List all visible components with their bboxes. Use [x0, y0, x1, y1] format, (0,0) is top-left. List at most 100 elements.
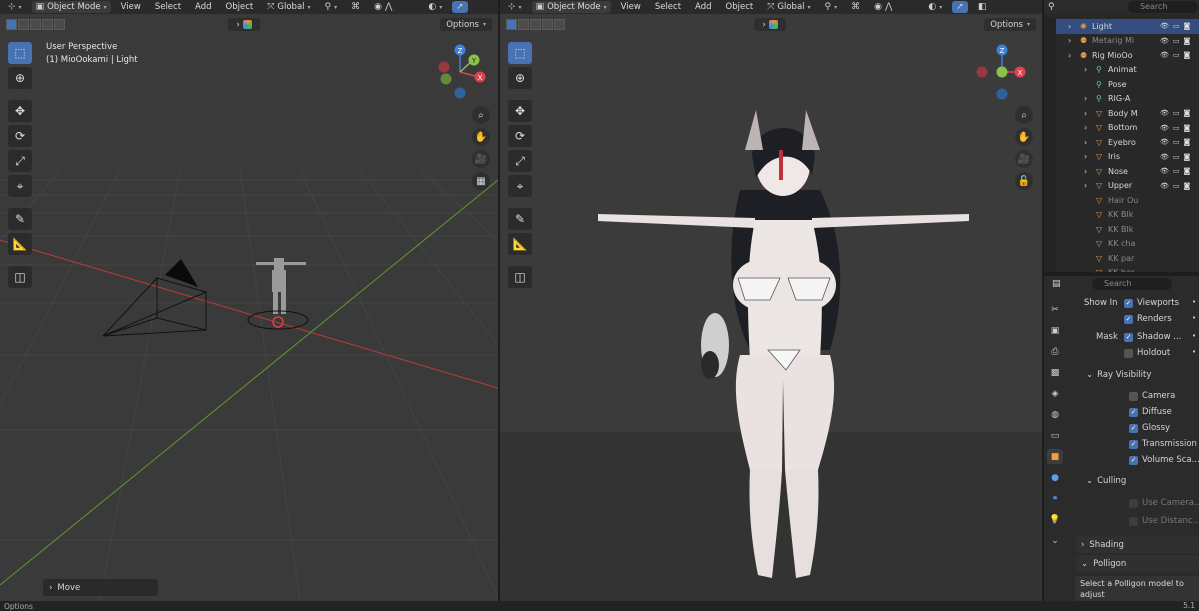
orientation-select[interactable]: ⤧ Global ▾ [263, 1, 314, 13]
modifier-tab-icon[interactable]: ● [1047, 470, 1063, 485]
chevron-right-icon[interactable]: › [1084, 152, 1087, 161]
culling-header[interactable]: ⌄ Culling [1086, 476, 1126, 486]
gizmo-toggle-icon[interactable]: ➚ [452, 1, 468, 13]
orientation-select[interactable]: ⤧ Global ▾ [763, 1, 814, 13]
snap-icon[interactable]: ⌘ [847, 1, 864, 13]
camera-checkbox[interactable]: Camera [1129, 391, 1175, 401]
last-operator-panel[interactable]: › Move [43, 579, 158, 596]
chevron-right-icon[interactable]: › [1084, 94, 1087, 103]
tool-tab-icon[interactable]: ✂ [1047, 302, 1063, 317]
monitor-icon[interactable]: ▭ [1173, 22, 1180, 30]
overlay-icon[interactable]: ◐ ▾ [924, 1, 946, 13]
measure-tool-icon[interactable]: 📐 [508, 233, 532, 255]
measure-tool-icon[interactable]: 📐 [8, 233, 32, 255]
proportional-icon[interactable]: ◉ ⋀ [370, 1, 396, 13]
annotate-tool-icon[interactable]: ✎ [508, 208, 532, 230]
viewports-checkbox[interactable]: ✓ Viewports [1124, 298, 1179, 308]
annotate-tool-icon[interactable]: ✎ [8, 208, 32, 230]
proportional-icon[interactable]: ◉ ⋀ [870, 1, 896, 13]
volume-scatter-checkbox[interactable]: ✓ Volume Sca... [1129, 455, 1199, 465]
select-extend-icon[interactable] [518, 18, 529, 30]
outliner-row[interactable]: › ▽ Upper 👁 ▭ ◙ [1044, 179, 1199, 194]
add-cube-tool-icon[interactable]: ◫ [508, 266, 532, 288]
polygon-section[interactable]: ⌄ Polligon [1076, 555, 1199, 572]
viewport-left[interactable]: ⊹ ▾ ▣ Object Mode ▾ View Select Add Object … [0, 0, 498, 601]
shading-popover[interactable]: › [228, 18, 260, 31]
data-tab-icon[interactable]: 💡 [1047, 512, 1063, 527]
xray-icon[interactable]: ◧ [974, 1, 991, 13]
mode-select[interactable]: ▣ Object Mode ▾ [531, 1, 611, 13]
select-invert-icon[interactable] [42, 18, 53, 30]
gizmo-toggle-icon[interactable]: ➚ [952, 1, 968, 13]
view-layer-tab-icon[interactable]: ▩ [1047, 365, 1063, 380]
transmission-checkbox[interactable]: ✓ Transmission [1129, 439, 1197, 449]
pivot-icon[interactable]: ⚲ ▾ [321, 1, 342, 13]
scale-tool-icon[interactable]: ⤢ [8, 150, 32, 172]
glossy-checkbox[interactable]: ✓ Glossy [1129, 423, 1170, 433]
scale-tool-icon[interactable]: ⤢ [508, 150, 532, 172]
camera-icon[interactable]: ◙ [1184, 124, 1191, 132]
menu-add[interactable]: Add [191, 1, 215, 13]
dot-icon[interactable]: • [1192, 332, 1196, 340]
chevron-right-icon[interactable]: › [1068, 51, 1071, 60]
camera-icon[interactable]: ◙ [1184, 22, 1191, 30]
overlay-icon[interactable]: ◐ ▾ [424, 1, 446, 13]
outliner-row[interactable]: › ▽ Body M 👁 ▭ ◙ [1044, 106, 1199, 121]
editor-type-icon[interactable]: ▤ [1052, 279, 1061, 289]
camera-icon[interactable]: ◙ [1184, 167, 1191, 175]
ortho-grid-icon[interactable]: ▦ [472, 172, 490, 190]
move-tool-icon[interactable]: ✥ [508, 100, 532, 122]
select-mode-group[interactable] [506, 18, 565, 30]
select-box-tool-icon[interactable]: ⬚ [8, 42, 32, 64]
cursor-tool-icon[interactable]: ⊕ [8, 67, 32, 89]
constraint-tab-icon[interactable]: ⚭ [1047, 491, 1063, 506]
snap-icon[interactable]: ⌘ [347, 1, 364, 13]
collection-tab-icon[interactable]: ▭ [1047, 428, 1063, 443]
outliner-row[interactable]: › ✺ Light 👁 ▭ ◙ [1044, 19, 1199, 34]
monitor-icon[interactable]: ▭ [1173, 51, 1180, 59]
monitor-icon[interactable]: ▭ [1173, 138, 1180, 146]
menu-object[interactable]: Object [222, 1, 258, 13]
monitor-icon[interactable]: ▭ [1173, 109, 1180, 117]
outliner-row[interactable]: › ▽ Eyebro 👁 ▭ ◙ [1044, 135, 1199, 150]
chevron-right-icon[interactable]: › [1084, 138, 1087, 147]
monitor-icon[interactable]: ▭ [1173, 37, 1180, 45]
camera-icon[interactable]: ◙ [1184, 109, 1191, 117]
editor-type-icon[interactable]: ⊹ ▾ [4, 1, 26, 13]
outliner-panel[interactable]: ⚲ Search › ✺ Light 👁 ▭ ◙ › ⚉ Metarig Mi 👁 ▭ ◙ › ⚉ Rig … [1044, 0, 1199, 272]
dot-icon[interactable]: • [1192, 298, 1196, 306]
rotate-tool-icon[interactable]: ⟳ [508, 125, 532, 147]
menu-object[interactable]: Object [722, 1, 758, 13]
eye-icon[interactable]: 👁 [1160, 167, 1169, 175]
eye-icon[interactable]: 👁 [1160, 37, 1169, 45]
renders-checkbox[interactable]: ✓ Renders [1124, 314, 1172, 324]
cursor-tool-icon[interactable]: ⊕ [508, 67, 532, 89]
outliner-row[interactable]: ▽ KK Blk [1044, 208, 1199, 223]
outliner-row[interactable]: ▽ KK cha [1044, 237, 1199, 252]
object-tab-icon[interactable]: ■ [1047, 449, 1063, 464]
transform-tool-icon[interactable]: ⌖ [8, 175, 32, 197]
zoom-icon[interactable]: ⌕ [472, 106, 490, 124]
shading-popover[interactable]: › [754, 18, 786, 31]
properties-search-input[interactable]: Search [1092, 278, 1172, 290]
outliner-row[interactable]: › ⚲ Animat [1044, 63, 1199, 78]
select-intersect-icon[interactable] [54, 18, 65, 30]
menu-select[interactable]: Select [651, 1, 685, 13]
pivot-icon[interactable]: ⚲ ▾ [821, 1, 842, 13]
world-tab-icon[interactable]: ◍ [1047, 407, 1063, 422]
navigation-gizmo-right[interactable]: Z X [974, 42, 1026, 100]
lock-icon[interactable]: 🔓 [1015, 172, 1033, 190]
eye-icon[interactable]: 👁 [1160, 22, 1169, 30]
select-intersect-icon[interactable] [554, 18, 565, 30]
outliner-row[interactable]: › ⚲ RIG-A [1044, 92, 1199, 107]
monitor-icon[interactable]: ▭ [1173, 153, 1180, 161]
zoom-icon[interactable]: ⌕ [1015, 106, 1033, 124]
use-camera-cull-checkbox[interactable]: Use Camera... [1129, 498, 1199, 508]
dot-icon[interactable]: • [1192, 314, 1196, 322]
navigation-gizmo-left[interactable]: Z X Y [436, 42, 488, 100]
dot-icon[interactable]: • [1192, 348, 1196, 356]
outliner-row[interactable]: ▽ KK Blk [1044, 222, 1199, 237]
menu-view[interactable]: View [617, 1, 645, 13]
camera-icon[interactable]: ◙ [1184, 138, 1191, 146]
outliner-row[interactable]: ⚲ Pose [1044, 77, 1199, 92]
